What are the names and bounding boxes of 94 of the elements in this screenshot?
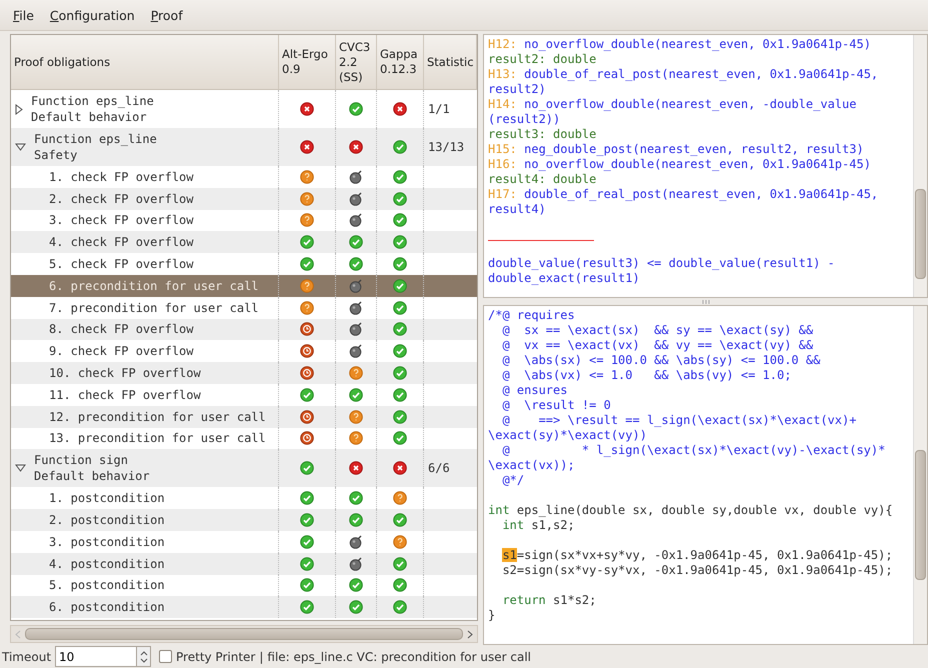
tree-item-label: 9. check FP overflow xyxy=(49,344,194,358)
hypothesis-line: H13: double_of_real_post(nearest_even, 0x1.9a0641p-45, xyxy=(488,67,880,82)
tree-item-label: 6. postcondition xyxy=(49,600,165,614)
code-line: @ * l_sign(\exact(sx)*\exact(vy)-\exact(sy)* xyxy=(501,443,886,458)
code-line: @ ==> \result == l_sign(\exact(sx)*\exact(vx)+ xyxy=(501,413,858,428)
tree-row[interactable]: Function eps_line Safety 13/13 xyxy=(11,128,477,166)
tree-item-label: Function eps_line Default behavior xyxy=(31,93,154,125)
tree-item-label: 13. precondition for user call xyxy=(49,431,266,446)
code-line: @ \abs(vx) <= 1.0 && \abs(vy) <= 1.0; xyxy=(501,368,792,383)
spin-button[interactable] xyxy=(137,646,152,667)
tree-item-label: 7. precondition for user call xyxy=(49,300,259,315)
code-line: @ ensures xyxy=(501,383,568,398)
hypothesis-line: H12: no_overflow_double(nearest_even, 0x1.9a0641p-45) xyxy=(488,37,872,52)
tree-item-label: 2. postcondition xyxy=(49,513,165,528)
tree-item-label: 3. postcondition xyxy=(49,534,165,549)
tree-item-label: 4. postcondition xyxy=(49,556,165,571)
tree-item-label: 11. check FP overflow xyxy=(49,388,201,402)
splitter-handle-icon[interactable] xyxy=(702,300,710,304)
goal-line: double_exact(result1) xyxy=(488,271,641,286)
expander-icon[interactable] xyxy=(15,104,23,114)
code-line: s1=sign(sx*vx+sy*vy, -0x1.9a0641p-45, 0x1.9a0641p-45); xyxy=(501,548,894,563)
column-header[interactable]: Gappa 0.12.3 xyxy=(377,35,424,90)
tree-item-label: 1. postcondition xyxy=(49,491,165,506)
statistic-text: 1/1 xyxy=(427,102,450,116)
code-line: @ \abs(sx) <= 100.0 && \abs(sy) <= 100.0 && xyxy=(501,353,822,368)
tree-item-label: 1. check FP overflow xyxy=(49,170,194,184)
goal-line: result2) xyxy=(488,82,547,97)
checkbox-label[interactable]: Pretty Printer xyxy=(176,650,256,664)
code-line: @ vx == \exact(vx) && vy == \exact(vy) && xyxy=(501,338,814,353)
tree-item-label: 5. postcondition xyxy=(49,578,165,592)
code-line: /*@ requires xyxy=(488,308,576,323)
statistic-text: 6/6 xyxy=(427,461,450,476)
menu-item[interactable]: Proof xyxy=(146,6,188,24)
code-line: int s1,s2; xyxy=(501,518,576,533)
expander-icon[interactable] xyxy=(15,464,26,472)
tree-row[interactable]: 13. precondition for user call xyxy=(11,428,477,450)
column-header[interactable]: Statistic xyxy=(424,35,477,90)
column-header[interactable]: CVC3 2.2 (SS) xyxy=(336,35,377,90)
statistic-text: 13/13 xyxy=(427,140,464,154)
tree-row[interactable]: 3. check FP overflow xyxy=(11,210,477,232)
spin-arrows-icon[interactable] xyxy=(140,650,148,664)
code-line: } xyxy=(488,608,496,623)
menu-item[interactable]: Configuration xyxy=(44,6,140,24)
code-line: @ sx == \exact(sx) && sy == \exact(sy) && xyxy=(501,323,814,338)
column-header[interactable]: Alt-Ergo 0.9 xyxy=(279,35,336,90)
vertical-scrollbar[interactable] xyxy=(913,35,927,297)
tree-row[interactable]: 12. precondition for user call xyxy=(11,406,477,428)
tree-item-label: Function sign Default behavior xyxy=(34,452,150,484)
tree-row[interactable]: 4. check FP overflow xyxy=(11,231,477,254)
tree-item-label: 12. precondition for user call xyxy=(49,410,266,424)
goal-line: double_value(result3) <= double_value(result1) - xyxy=(488,256,836,271)
status-message: file: eps_line.c VC: precondition for user call xyxy=(267,650,532,664)
timeout-field[interactable]: 10 xyxy=(55,646,138,667)
tree-item-label: 5. check FP overflow xyxy=(49,257,194,272)
tree-item-label: 2. check FP overflow xyxy=(49,192,194,206)
tree-row[interactable]: Function sign Default behavior 6/6 xyxy=(11,449,477,488)
code-line: \exact(sy)*\exact(vy)) xyxy=(488,428,648,443)
checkbox[interactable] xyxy=(159,650,172,663)
hypothesis-line: H15: neg_double_post(nearest_even, result2, result3) xyxy=(488,142,865,157)
separator-text: | xyxy=(259,650,264,664)
goal-line: (result2)) xyxy=(488,112,562,127)
tree-item-label: 6. precondition for user call xyxy=(49,278,259,293)
hypothesis-line: H16: no_overflow_double(nearest_even, 0x1.9a0641p-45) xyxy=(488,157,872,172)
column-header[interactable]: Proof obligations xyxy=(11,35,279,90)
code-line: \exact(vx)); xyxy=(488,458,576,473)
hypothesis-line: H17: double_of_real_post(nearest_even, 0x1.9a0641p-45, xyxy=(488,187,880,202)
code-line: s2=sign(sx*vy-sy*vx, -0x1.9a0641p-45, 0x1.9a0641p-45); xyxy=(501,563,894,578)
timeout-label: Timeout xyxy=(2,650,52,664)
goal-line: result4) xyxy=(488,202,547,217)
code-line: @*/ xyxy=(501,473,526,488)
declaration-line: result4: double xyxy=(488,172,598,187)
tree-row[interactable]: 8. check FP overflow xyxy=(11,318,477,340)
tree-row[interactable]: 10. check FP overflow xyxy=(11,362,477,384)
declaration-line: result3: double xyxy=(488,127,598,142)
declaration-line: result2: double xyxy=(488,52,598,67)
tree-row[interactable]: 5. postcondition xyxy=(11,574,477,596)
tree-row[interactable]: 2. check FP overflow xyxy=(11,188,477,210)
scroll-right-icon[interactable] xyxy=(467,630,473,638)
code-line: @ \result != 0 xyxy=(501,398,612,413)
horizontal-scrollbar[interactable] xyxy=(10,625,478,643)
hypothesis-line: H14: no_overflow_double(nearest_even, -double_value xyxy=(488,97,858,112)
tree-item-label: 3. check FP overflow xyxy=(49,213,194,228)
menu-item[interactable]: File xyxy=(8,6,39,24)
tree-row[interactable]: 4. postcondition xyxy=(11,552,477,575)
tree-item-label: Function eps_line Safety xyxy=(34,131,157,163)
tree-item-label: 8. check FP overflow xyxy=(49,322,194,336)
vertical-scrollbar[interactable] xyxy=(913,306,927,644)
code-line: return s1*s2; xyxy=(501,593,598,608)
tree-row[interactable]: 6. postcondition xyxy=(11,596,477,618)
tree-item-label: 10. check FP overflow xyxy=(49,366,201,380)
code-line: int eps_line(double sx, double sy,double vx, double vy){ xyxy=(488,503,894,518)
tree-item-label: 4. check FP overflow xyxy=(49,235,194,250)
tree-row[interactable]: 2. postcondition xyxy=(11,509,477,531)
expander-icon[interactable] xyxy=(15,143,26,151)
